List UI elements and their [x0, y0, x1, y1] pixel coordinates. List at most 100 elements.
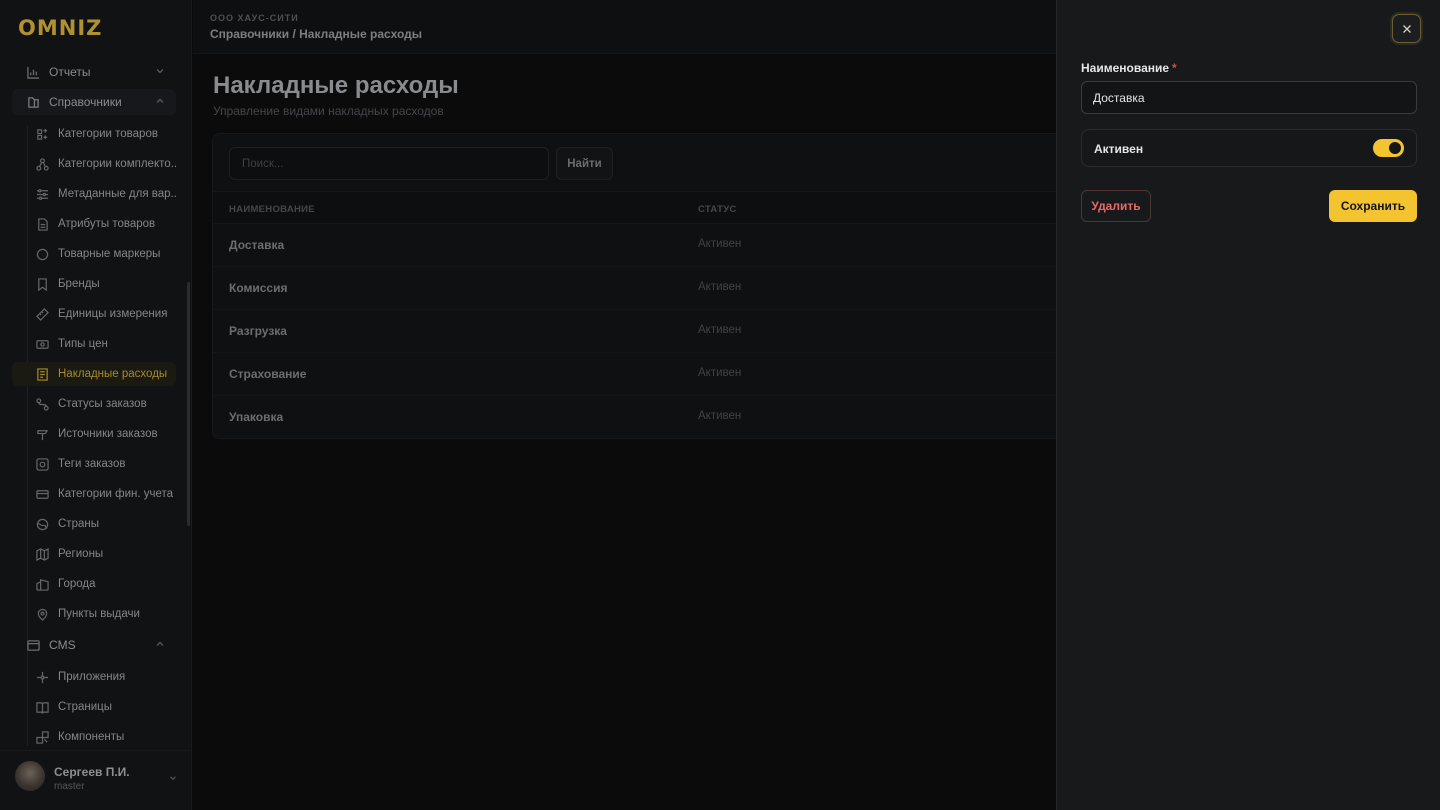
category-icon [36, 128, 49, 141]
sidebar-section-directories[interactable]: Справочники [12, 89, 176, 115]
sidebar-item-components[interactable]: Компоненты [22, 725, 176, 746]
user-role: master [54, 781, 85, 792]
save-button[interactable]: Сохранить [1329, 190, 1417, 222]
sidebar-item-label: Метаданные для вар... [58, 188, 176, 200]
find-button[interactable]: Найти [556, 147, 613, 180]
sidebar-scrollbar[interactable] [187, 282, 190, 526]
name-label-text: Наименование [1081, 61, 1170, 75]
table-row[interactable]: Комиссия Активен [213, 267, 1071, 310]
sidebar-item-label: Типы цен [58, 338, 108, 350]
page-title: Накладные расходы [213, 72, 459, 99]
sidebar-item-cities[interactable]: Города [22, 572, 176, 596]
name-input[interactable] [1081, 81, 1417, 114]
chart-icon [26, 65, 40, 79]
table-row[interactable]: Страхование Активен [213, 353, 1071, 396]
sidebar-item-label: Категории комплекто... [58, 158, 176, 170]
sidebar-item-label: Города [58, 578, 96, 590]
chevron-down-icon [168, 773, 178, 783]
sidebar-item-variant-metadata[interactable]: Метаданные для вар... [22, 182, 176, 206]
row-status: Активен [698, 324, 742, 336]
sidebar-item-bundle-categories[interactable]: Категории комплекто... [22, 152, 176, 176]
sidebar-item-units[interactable]: Единицы измерения [22, 302, 176, 326]
signpost-icon [36, 428, 49, 441]
sidebar-item-label: Накладные расходы [58, 368, 168, 380]
sidebar-section-label: CMS [49, 638, 76, 652]
row-name: Комиссия [229, 281, 288, 295]
sidebar-item-product-categories[interactable]: Категории товаров [22, 122, 176, 146]
sidebar-item-label: Приложения [58, 671, 126, 683]
book-open-icon [36, 701, 49, 714]
sidebar-section-reports[interactable]: Отчеты [12, 59, 176, 85]
sidebar-section-label: Отчеты [49, 65, 91, 79]
sidebar-item-label: Категории фин. учета [58, 488, 174, 500]
sidebar-nav: Отчеты Справочники Категории товаров Кат… [0, 56, 186, 746]
sidebar-item-label: Теги заказов [58, 458, 126, 470]
active-toggle-row: Активен [1081, 129, 1417, 167]
chevron-down-icon [154, 65, 166, 77]
page-subtitle: Управление видами накладных расходов [213, 104, 444, 118]
tag-scan-icon [36, 457, 49, 471]
main-content: ООО ХАУС-СИТИ Справочники / Накладные ра… [193, 0, 1072, 810]
overhead-table-card: Поиск... Найти НАИМЕНОВАНИЕ СТАТУС Доста… [212, 133, 1072, 439]
sidebar-item-overhead-costs[interactable]: Накладные расходы [12, 362, 176, 386]
row-name: Упаковка [229, 410, 284, 424]
breadcrumb: Справочники / Накладные расходы [210, 27, 422, 41]
sidebar-item-label: Статусы заказов [58, 398, 147, 410]
invoice-icon [36, 367, 49, 381]
topbar: ООО ХАУС-СИТИ Справочники / Накладные ра… [193, 0, 1057, 54]
building-icon [36, 578, 49, 591]
table-row[interactable]: Упаковка Активен [213, 396, 1071, 438]
sidebar-item-countries[interactable]: Страны [22, 512, 176, 536]
sidebar-item-order-statuses[interactable]: Статусы заказов [22, 392, 176, 416]
sidebar-item-finance-categories[interactable]: Категории фин. учета [22, 482, 176, 506]
globe-icon [36, 518, 49, 531]
active-toggle[interactable] [1373, 139, 1404, 157]
edit-drawer: Наименование* Активен Удалить Сохранить [1056, 0, 1440, 810]
hierarchy-icon [36, 157, 49, 171]
sidebar-item-label: Атрибуты товаров [58, 218, 156, 230]
row-name: Разгрузка [229, 324, 287, 338]
sidebar-item-pickup-points[interactable]: Пункты выдачи [22, 602, 176, 626]
toggle-knob [1389, 142, 1401, 154]
table-row[interactable]: Доставка Активен [213, 224, 1071, 267]
delete-button[interactable]: Удалить [1081, 190, 1151, 222]
chevron-up-icon [154, 638, 166, 650]
sidebar-item-label: Регионы [58, 548, 104, 560]
table-row[interactable]: Разгрузка Активен [213, 310, 1071, 353]
map-icon [36, 547, 49, 561]
sidebar-item-order-sources[interactable]: Источники заказов [22, 422, 176, 446]
sidebar-item-label: Компоненты [58, 731, 125, 743]
required-mark: * [1172, 61, 1177, 75]
sidebar-section-cms[interactable]: CMS [12, 632, 176, 658]
avatar [15, 761, 45, 791]
sidebar-item-product-attributes[interactable]: Атрибуты товаров [22, 212, 176, 236]
column-header-status[interactable]: СТАТУС [698, 204, 737, 215]
sidebar-item-product-markers[interactable]: Товарные маркеры [22, 242, 176, 266]
sidebar-item-label: Страны [58, 518, 99, 530]
file-icon [36, 217, 49, 231]
sidebar-item-price-types[interactable]: Типы цен [22, 332, 176, 356]
card-icon [36, 488, 49, 501]
search-input[interactable]: Поиск... [229, 147, 549, 180]
circle-icon [36, 248, 49, 261]
pin-icon [36, 608, 49, 621]
sidebar-item-brands[interactable]: Бренды [22, 272, 176, 296]
row-name: Страхование [229, 367, 307, 381]
row-status: Активен [698, 281, 742, 293]
sidebar-item-apps[interactable]: Приложения [22, 665, 176, 689]
user-menu[interactable]: Сергеев П.И. master [0, 750, 192, 810]
ruler-icon [36, 307, 49, 321]
column-header-name[interactable]: НАИМЕНОВАНИЕ [229, 204, 315, 215]
sidebar-item-label: Товарные маркеры [58, 248, 161, 260]
table-header: НАИМЕНОВАНИЕ СТАТУС [213, 191, 1071, 224]
organization-name: ООО ХАУС-СИТИ [210, 13, 299, 23]
components-icon [36, 730, 49, 744]
close-button[interactable] [1392, 14, 1421, 43]
user-name: Сергеев П.И. [54, 765, 130, 779]
row-status: Активен [698, 410, 742, 422]
sidebar-item-order-tags[interactable]: Теги заказов [22, 452, 176, 476]
logo: OMNIZ [18, 16, 103, 40]
sidebar-item-regions[interactable]: Регионы [22, 542, 176, 566]
sidebar-item-pages[interactable]: Страницы [22, 695, 176, 719]
apps-icon [36, 671, 49, 684]
